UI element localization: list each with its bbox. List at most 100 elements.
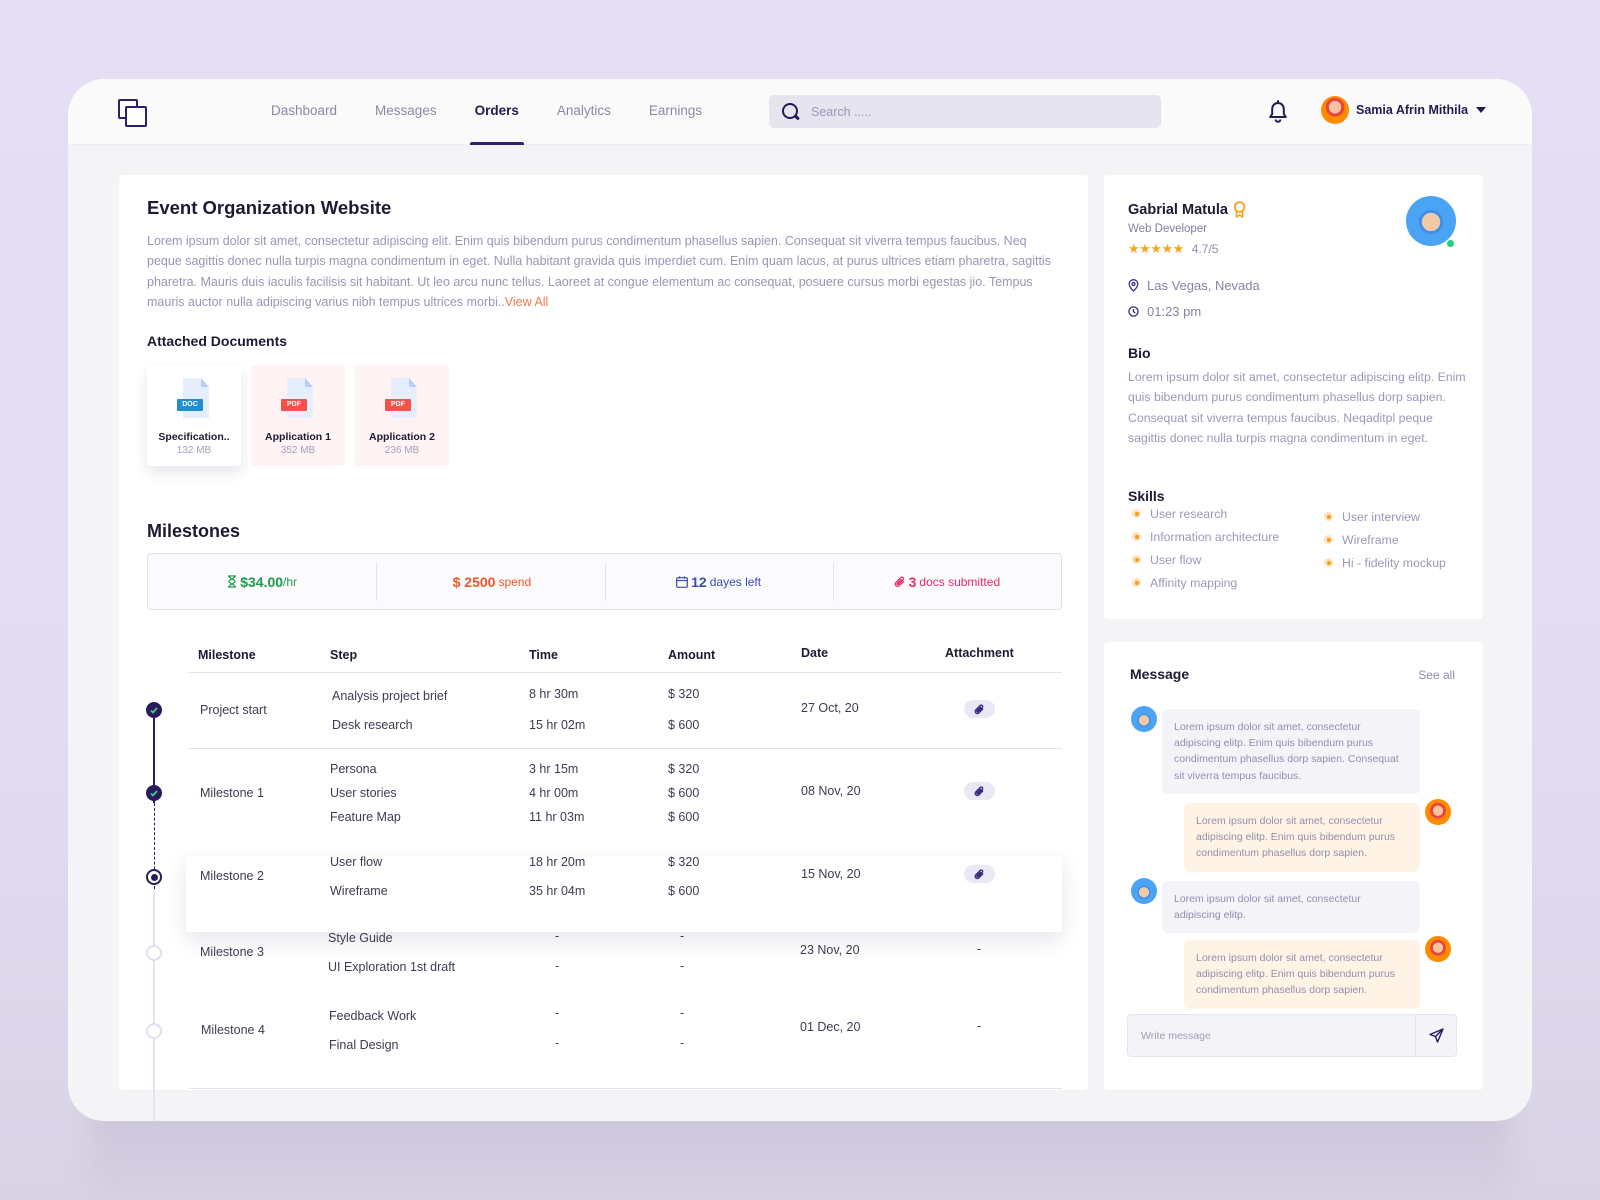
docs-value: 3 <box>908 573 917 590</box>
milestone-name: Milestone 2 <box>200 869 264 883</box>
sender-avatar <box>1131 878 1157 904</box>
user-avatar <box>1425 799 1451 825</box>
bullet-icon <box>1324 535 1333 544</box>
step-time: 11 hr 03m <box>529 810 585 824</box>
step-name: Analysis project brief <box>332 689 448 703</box>
step-time: 4 hr 00m <box>529 786 579 800</box>
online-status-indicator <box>1446 239 1455 248</box>
send-button[interactable] <box>1415 1015 1456 1056</box>
message-input[interactable] <box>1128 1029 1415 1042</box>
paperclip-icon <box>974 703 984 714</box>
column-header-date: Date <box>801 646 829 660</box>
milestone-name: Milestone 1 <box>200 786 264 800</box>
step-time: - <box>555 929 560 943</box>
user-name: Samia Afrin Mithila <box>1356 103 1469 117</box>
pdf-file-icon: PDF <box>281 378 315 420</box>
paperclip-icon <box>974 868 984 879</box>
project-description: Lorem ipsum dolor sit amet, consectetur … <box>147 231 1062 312</box>
step-amount: - <box>680 1006 685 1020</box>
search-input[interactable] <box>811 104 1131 119</box>
pdf-file-icon: PDF <box>385 378 419 420</box>
docs-label: docs submitted <box>919 574 1001 589</box>
message-composer <box>1127 1014 1457 1057</box>
project-card: Event Organization Website Lorem ipsum d… <box>119 175 1088 1121</box>
skill-item: Information architecture <box>1132 525 1279 548</box>
step-time: - <box>555 1036 560 1050</box>
attachment-button[interactable] <box>964 865 995 883</box>
nav-item-analytics[interactable]: Analytics <box>538 79 630 145</box>
milestone-name: Milestone 4 <box>201 1023 265 1037</box>
user-menu[interactable]: Samia Afrin Mithila <box>1321 96 1487 124</box>
profile-name: Gabrial Matula <box>1128 201 1246 218</box>
view-all-link[interactable]: View All <box>505 295 549 309</box>
app-window: Dashboard Messages Orders Analytics Earn… <box>68 79 1532 1121</box>
paperclip-icon <box>974 785 984 796</box>
column-header-amount: Amount <box>668 648 716 662</box>
attachment-button[interactable] <box>964 782 995 800</box>
message-bubble-sent: Lorem ipsum dolor sit amet, consectetur … <box>1184 803 1420 872</box>
freelancer-profile-card: Gabrial Matula Web Developer ★★★★★ 4.7/5… <box>1104 175 1483 619</box>
message-bubble-sent: Lorem ipsum dolor sit amet, consectetur … <box>1184 940 1420 1009</box>
step-amount: - <box>680 929 685 943</box>
nav-item-earnings[interactable]: Earnings <box>630 79 721 145</box>
milestone-date: 01 Dec, 20 <box>800 1020 861 1034</box>
milestone-status-pending-icon <box>146 945 162 961</box>
bio-heading: Bio <box>1128 345 1151 361</box>
see-all-link[interactable]: See all <box>1418 668 1455 682</box>
search-bar <box>769 95 1161 128</box>
logo-icon[interactable] <box>118 99 148 127</box>
hourglass-icon <box>228 575 237 588</box>
bullet-icon <box>1132 509 1141 518</box>
step-time: 8 hr 30m <box>529 687 579 701</box>
step-amount: $ 320 <box>668 762 700 776</box>
document-size: 132 MB <box>176 445 212 456</box>
column-header-step: Step <box>330 648 358 662</box>
step-name: Desk research <box>332 718 413 732</box>
rate-unit: /hr <box>283 574 298 589</box>
document-card[interactable]: PDF Application 2 236 MB <box>355 365 449 466</box>
milestone-date: 08 Nov, 20 <box>801 784 861 798</box>
document-card[interactable]: PDF Application 1 352 MB <box>251 365 345 466</box>
notification-bell-icon[interactable] <box>1267 100 1289 124</box>
document-card[interactable]: DOC Specification.. 132 MB <box>147 365 241 466</box>
rate-value: $34.00 <box>240 573 284 590</box>
table-row-active <box>186 856 1062 932</box>
step-time: 3 hr 15m <box>529 762 579 776</box>
attachment-button[interactable] <box>964 700 995 718</box>
stat-days-left: 12 dayes left <box>604 554 833 609</box>
step-time: - <box>555 959 560 973</box>
skill-item: Affinity mapping <box>1132 571 1279 594</box>
stat-hourly-rate: $34.00/hr <box>148 554 376 609</box>
milestone-date: 15 Nov, 20 <box>801 867 861 881</box>
send-icon <box>1428 1028 1444 1043</box>
description-text: Lorem ipsum dolor sit amet, consectetur … <box>147 234 1051 309</box>
nav-item-messages[interactable]: Messages <box>356 79 456 145</box>
step-time: 15 hr 02m <box>529 718 586 732</box>
step-amount: $ 600 <box>668 718 700 732</box>
nav-item-dashboard[interactable]: Dashboard <box>252 79 356 145</box>
skills-list: User research Information architecture U… <box>1132 502 1279 594</box>
milestone-status-done-icon <box>146 785 162 801</box>
step-amount: $ 600 <box>668 884 700 898</box>
nav-item-orders[interactable]: Orders <box>456 79 538 145</box>
search-icon <box>781 102 801 122</box>
document-size: 352 MB <box>280 445 316 456</box>
sender-avatar <box>1131 706 1157 732</box>
step-name: UI Exploration 1st draft <box>328 960 456 974</box>
milestone-date: 27 Oct, 20 <box>801 701 859 715</box>
chevron-down-icon <box>1476 107 1487 113</box>
step-amount: $ 320 <box>668 855 700 869</box>
column-header-time: Time <box>529 648 558 662</box>
location-pin-icon <box>1128 279 1139 292</box>
skill-item: Hi - fidelity mockup <box>1324 551 1446 574</box>
document-name: Specification.. <box>158 431 230 443</box>
step-name: Final Design <box>329 1038 399 1052</box>
step-name: Persona <box>330 762 377 776</box>
profile-role: Web Developer <box>1128 223 1208 235</box>
top-navigation-bar: Dashboard Messages Orders Analytics Earn… <box>68 79 1532 145</box>
step-time: 35 hr 04m <box>529 884 586 898</box>
step-name: Wireframe <box>330 884 388 898</box>
attachment-empty: - <box>977 942 982 956</box>
spend-label: spend <box>498 574 532 589</box>
step-amount: - <box>680 1036 685 1050</box>
